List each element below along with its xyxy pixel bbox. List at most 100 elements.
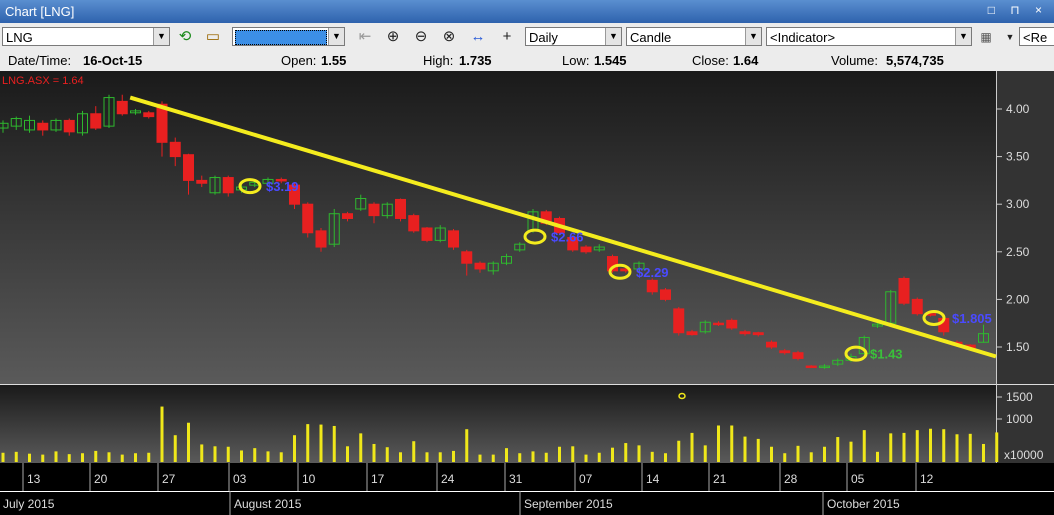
volume-bar	[1, 452, 5, 462]
candle-body	[898, 277, 910, 304]
volume-bar	[107, 452, 111, 462]
candle-body	[911, 298, 923, 315]
date-tick-label: 13	[27, 472, 41, 486]
chevron-down-icon[interactable]: ▼	[328, 28, 344, 45]
refresh-icon[interactable]: ⟲	[175, 27, 195, 47]
candle-body	[580, 246, 592, 253]
volume-bar	[173, 435, 177, 462]
volume-bar	[611, 447, 614, 462]
candle-body	[766, 341, 777, 348]
close-label: Close:	[692, 53, 729, 68]
price-tick-label: 3.00	[1006, 197, 1030, 211]
volume-bar	[505, 448, 508, 462]
month-label: July 2015	[3, 497, 55, 511]
crosshair-icon[interactable]: +	[497, 27, 517, 47]
volume-bar	[730, 425, 734, 462]
volume-bar	[743, 436, 747, 462]
volume-bar	[915, 430, 919, 462]
volume-bar	[465, 429, 469, 462]
chart-type-value: Candle	[630, 30, 672, 45]
zoom-fit-icon[interactable]: ⊗	[439, 27, 459, 47]
candle-body	[779, 350, 791, 354]
volume-bar	[809, 452, 813, 462]
volume-bar	[677, 440, 681, 462]
candle-body	[183, 154, 194, 181]
price-chart[interactable]: 4.00 3.50 3.00 2.50 2.00 1.50 1500 1000 x10000 1…	[0, 71, 1054, 515]
volume-bar	[942, 429, 946, 462]
candle-body	[752, 332, 764, 336]
candle-body	[646, 279, 658, 293]
candle-body	[673, 308, 685, 334]
date-tick-label: 24	[441, 472, 455, 486]
volume-bar	[67, 454, 71, 462]
extra-combobox[interactable]: <Re	[1019, 27, 1054, 46]
volume-bar	[478, 454, 482, 462]
price-tick-label: 3.50	[1006, 150, 1030, 164]
volume-bar	[187, 422, 190, 462]
volume-unit-label: x10000	[1004, 448, 1044, 462]
candle-body	[395, 198, 406, 219]
low-value: 1.545	[594, 53, 627, 68]
date-tick-label: 12	[920, 472, 934, 486]
volume-label: Volume:	[831, 53, 878, 68]
month-label: August 2015	[234, 497, 302, 511]
chevron-down-icon[interactable]: ▼	[605, 28, 621, 45]
candle-body	[686, 331, 698, 336]
volume-bar	[226, 446, 230, 462]
symbol-value: LNG	[6, 30, 33, 45]
candle-body	[302, 203, 314, 234]
symbol-combobox[interactable]: LNG ▼	[2, 27, 170, 46]
volume-bar	[862, 430, 866, 462]
volume-bar	[253, 448, 257, 462]
volume-bar	[399, 452, 402, 462]
candle-body	[713, 322, 724, 326]
volume-bar	[54, 451, 58, 462]
period-combobox[interactable]: Daily ▼	[525, 27, 622, 46]
candle-body	[342, 213, 353, 219]
month-label: September 2015	[524, 497, 613, 511]
volume-bar	[385, 447, 389, 462]
chevron-down-icon[interactable]: ▼	[1000, 27, 1020, 47]
volume-bar	[650, 451, 654, 462]
volume-bar	[544, 452, 548, 462]
price-tick-label: 1.50	[1006, 340, 1030, 354]
title-bar[interactable]: Chart [LNG] □ ⊓ ×	[0, 0, 1054, 23]
volume-bar	[796, 445, 800, 462]
price-panel	[0, 71, 996, 384]
volume-bar	[359, 433, 363, 462]
chevron-down-icon[interactable]: ▼	[955, 28, 971, 45]
volume-bar	[41, 454, 45, 462]
candle-body	[739, 331, 751, 335]
open-folder-icon[interactable]: ▭	[203, 27, 223, 47]
volume-bar	[452, 450, 455, 462]
chevron-down-icon[interactable]: ▼	[153, 28, 169, 45]
volume-bar	[14, 451, 18, 462]
color-combobox[interactable]: ▼	[232, 27, 345, 46]
chart-type-combobox[interactable]: Candle ▼	[626, 27, 762, 46]
indicator-combobox[interactable]: <Indicator> ▼	[766, 27, 972, 46]
chevron-down-icon[interactable]: ▼	[745, 28, 761, 45]
fit-width-icon[interactable]: ↔	[468, 27, 488, 47]
date-tick-label: 03	[233, 472, 247, 486]
volume-bar	[717, 425, 720, 462]
align-icon[interactable]: ⇤	[355, 27, 375, 47]
low-label: Low:	[562, 53, 590, 68]
volume-bar	[120, 454, 124, 462]
volume-value: 5,574,735	[886, 53, 944, 68]
volume-bar	[293, 435, 296, 462]
grid-icon[interactable]: ▦	[976, 27, 996, 47]
high-value: 1.735	[459, 53, 492, 68]
window-controls[interactable]: □ ⊓ ×	[988, 3, 1048, 17]
candle-body	[315, 230, 327, 248]
zoom-in-icon[interactable]: ⊕	[383, 27, 403, 47]
candle-body	[408, 215, 420, 232]
volume-bar	[849, 441, 853, 462]
volume-bar	[584, 454, 588, 462]
volume-bar	[147, 452, 151, 462]
volume-bar	[995, 432, 999, 462]
volume-bar	[306, 424, 310, 462]
volume-bar	[558, 446, 561, 462]
volume-bar	[200, 444, 204, 462]
candle-body	[196, 179, 208, 184]
zoom-out-icon[interactable]: ⊖	[411, 27, 431, 47]
